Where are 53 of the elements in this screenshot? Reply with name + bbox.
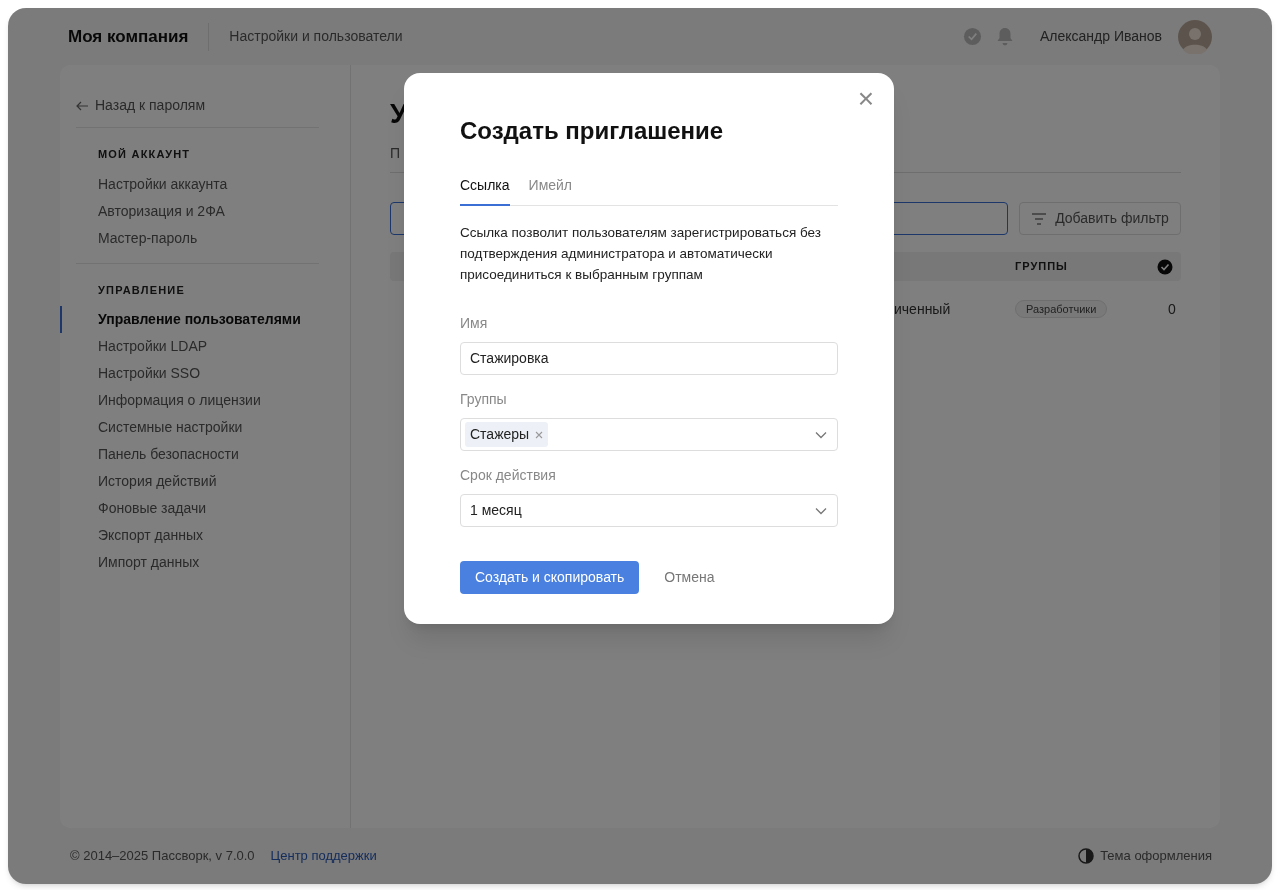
column-header: ГРУППЫ xyxy=(1015,259,1068,275)
duration-select[interactable]: 1 месяц xyxy=(460,494,838,527)
sidebar-item[interactable]: Экспорт данных xyxy=(98,525,203,546)
arrow-left-icon xyxy=(76,100,89,111)
section-title: Настройки и пользователи xyxy=(229,27,403,46)
theme-toggle[interactable]: Тема оформления xyxy=(1078,846,1212,866)
company-name: Моя компания xyxy=(68,25,189,48)
bell-icon[interactable] xyxy=(995,27,1014,46)
sidebar-item[interactable]: Настройки LDAP xyxy=(98,336,208,357)
section-heading: МОЙ АККАУНТ xyxy=(98,147,192,162)
field-label: Группы xyxy=(460,390,508,409)
sidebar-item[interactable]: Настройки аккаунта xyxy=(98,173,228,195)
close-button[interactable]: × xyxy=(854,87,878,111)
sidebar-item[interactable]: Информация о лицензии xyxy=(98,390,261,411)
field-label: Срок действия xyxy=(460,466,557,485)
sidebar-item[interactable]: Фоновые задачи xyxy=(98,498,207,519)
back-link[interactable]: Назад к паролям xyxy=(76,95,319,116)
groups-select[interactable]: Стажеры xyxy=(460,418,838,451)
dialog-title: Создать приглашение xyxy=(460,116,725,146)
section-heading: УПРАВЛЕНИЕ xyxy=(98,282,186,298)
create-and-copy-button[interactable]: Создать и скопировать xyxy=(460,561,640,594)
half-circle-icon xyxy=(1078,848,1095,864)
chevron-down-icon xyxy=(815,431,827,439)
field-label: Имя xyxy=(460,314,489,333)
sidebar-item[interactable]: Настройки SSO xyxy=(98,363,201,384)
group-tag: Разработчики xyxy=(1015,300,1108,318)
check-circle-icon[interactable] xyxy=(1157,258,1173,275)
table-cell-text: 0 xyxy=(1168,300,1176,319)
avatar-icon[interactable] xyxy=(1178,19,1212,54)
filter-icon xyxy=(1031,212,1048,225)
name-input[interactable]: Стажировка xyxy=(460,342,838,375)
chevron-down-icon xyxy=(815,507,827,515)
check-circle-icon[interactable] xyxy=(962,27,982,46)
sidebar-item[interactable]: Системные настройки xyxy=(98,417,243,438)
sidebar-item[interactable]: Авторизация и 2ФА xyxy=(98,200,225,222)
sidebar-item[interactable]: История действий xyxy=(98,471,217,492)
table-cell-text: иченный xyxy=(894,300,951,319)
cancel-button[interactable]: Отмена xyxy=(664,567,715,588)
add-filter-button[interactable]: Добавить фильтр xyxy=(1019,202,1181,235)
sidebar-item[interactable]: Импорт данных xyxy=(98,552,200,573)
sidebar-item[interactable]: Панель безопасности xyxy=(98,444,239,465)
sidebar-item[interactable]: Управление пользователями xyxy=(98,309,301,330)
dialog-description: Ссылка позволит пользователям зарегистрироваться без подтверждения администратора и автоматически присоединиться к выбранным группам xyxy=(460,224,822,284)
support-link[interactable]: Центр поддержки xyxy=(270,846,377,866)
remove-icon[interactable] xyxy=(535,430,544,439)
dialog-tab[interactable]: Имейл xyxy=(528,175,573,206)
dialog-tab[interactable]: Ссылка xyxy=(460,175,510,206)
back-link-label: Назад к паролям xyxy=(95,96,206,115)
user-name[interactable]: Александр Иванов xyxy=(1039,26,1162,47)
chip-label: Стажеры xyxy=(470,425,530,444)
copyright-text: © 2014–2025 Пассворк, v 7.0.0 xyxy=(70,847,255,866)
page-tab[interactable]: П xyxy=(390,143,401,164)
sidebar-item[interactable]: Мастер-пароль xyxy=(98,227,198,249)
